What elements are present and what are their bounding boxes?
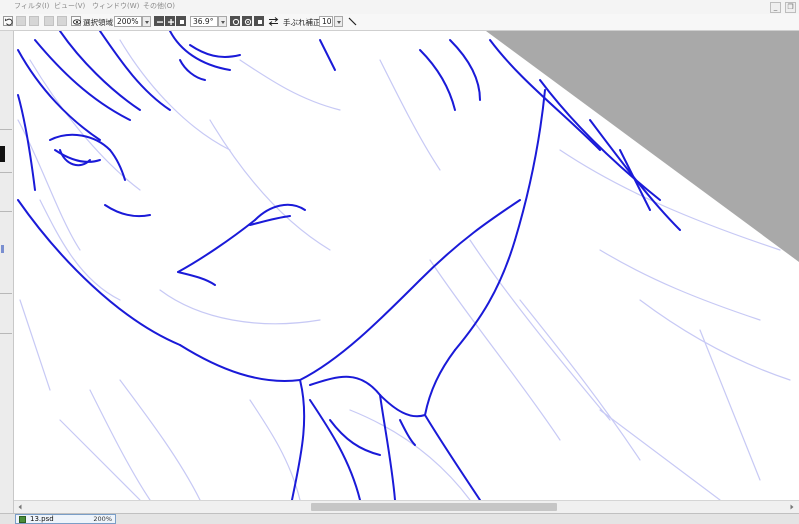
scroll-right-arrow-icon[interactable] [788, 503, 796, 511]
restore-button[interactable]: ❐ [785, 2, 796, 13]
rotation-dropdown[interactable] [218, 16, 227, 27]
zoom-reset-button[interactable] [176, 16, 186, 26]
horizontal-scroll-thumb[interactable] [311, 503, 557, 511]
document-icon [19, 516, 26, 523]
line-art-layer [17, 31, 681, 500]
minimize-button[interactable]: _ [770, 2, 781, 13]
horizontal-scrollbar[interactable] [14, 500, 799, 513]
scroll-left-arrow-icon[interactable] [16, 503, 24, 511]
zoom-out-icon[interactable] [154, 16, 164, 26]
zoom-dropdown[interactable] [142, 16, 151, 27]
panel-divider [0, 129, 12, 130]
blank-tool-button-2[interactable] [44, 16, 54, 26]
layer-indicator[interactable] [1, 245, 4, 253]
stabilizer-label: 手ぶれ補正 [283, 18, 321, 27]
status-bar: 13.psd 200% [0, 513, 799, 524]
drawing-canvas[interactable] [14, 31, 799, 500]
eye-icon[interactable] [71, 16, 82, 26]
left-side-panel [0, 31, 14, 513]
zoom-in-icon[interactable] [165, 16, 175, 26]
panel-divider-2 [0, 172, 12, 173]
stabilizer-field[interactable]: 10 [319, 16, 333, 27]
redo-button[interactable] [16, 16, 26, 26]
panel-divider-4 [0, 293, 12, 294]
flip-horizontal-icon[interactable] [268, 16, 279, 27]
color-swatch[interactable] [0, 146, 5, 162]
menu-bar: フィルタ(I) ビュー(V) ウィンドウ(W) その他(O) _ ❐ [0, 0, 799, 15]
rotate-left-icon[interactable] [230, 16, 240, 26]
rotation-field[interactable]: 36.9° [190, 16, 218, 27]
menu-window[interactable]: ウィンドウ(W) [92, 1, 139, 11]
outside-canvas-area [486, 31, 799, 262]
blank-tool-button[interactable] [29, 16, 39, 26]
stabilizer-dropdown[interactable] [334, 16, 343, 27]
zoom-field[interactable]: 200% [114, 16, 142, 27]
menu-filter[interactable]: フィルタ(I) [14, 1, 49, 11]
document-name: 13.psd [30, 515, 54, 523]
rotation-reset-button[interactable] [254, 16, 264, 26]
document-tab[interactable]: 13.psd 200% [15, 514, 116, 524]
panel-divider-5 [0, 333, 12, 334]
panel-divider-3 [0, 211, 12, 212]
menu-view[interactable]: ビュー(V) [54, 1, 85, 11]
blank-tool-button-3[interactable] [57, 16, 67, 26]
undo-icon[interactable] [3, 16, 13, 26]
menu-other[interactable]: その他(O) [143, 1, 175, 11]
pen-icon[interactable] [347, 16, 358, 27]
document-zoom: 200% [93, 515, 112, 523]
selection-area-label: 選択領域 [83, 18, 113, 27]
canvas-artwork [17, 31, 799, 500]
view-toolbar: 選択領域 200% 36.9° 手ぶれ補正 10 [0, 14, 799, 31]
rotate-right-icon[interactable] [242, 16, 252, 26]
